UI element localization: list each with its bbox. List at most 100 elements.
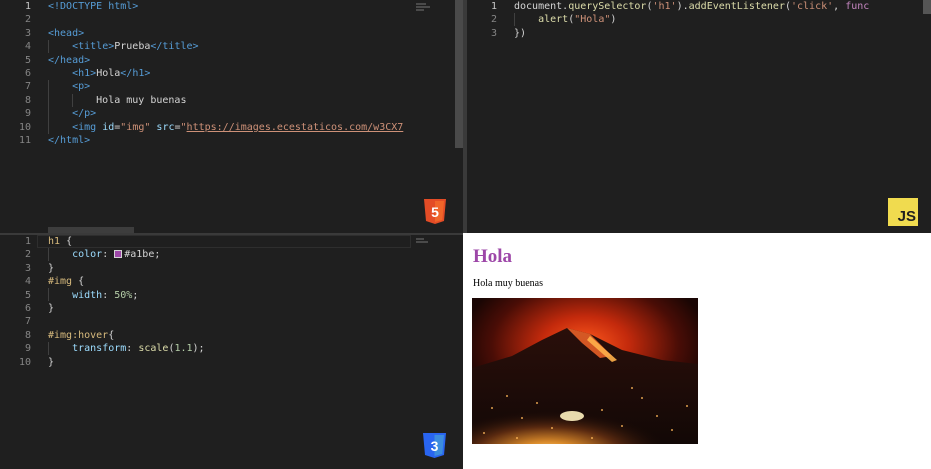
line-number: 8 [24,329,31,341]
code-line[interactable]: 7 <p> [0,80,463,93]
code-line[interactable]: 6 <h1>Hola</h1> [0,67,463,80]
code-line[interactable]: 3}) [467,27,931,40]
code-line[interactable]: 9 transform: scale(1.1); [0,342,463,355]
code-token: "img" [120,121,151,133]
code-line[interactable]: 1 <!DOCTYPE html> [0,0,463,13]
code-text[interactable]: document.querySelector('h1').addEventLis… [514,0,869,13]
code-line[interactable]: 1 document.querySelector('h1').addEventLi… [467,0,931,13]
css-editor-pane[interactable]: 1 h1 {2 color: #a1be; 3} 4 #img {5 width: 50… [0,235,463,469]
code-line[interactable]: 2 [0,13,463,26]
code-text[interactable]: alert("Hola") [514,13,616,26]
code-text[interactable]: </head> [48,54,90,67]
line-number: 3 [24,262,31,274]
code-token: 'click' [791,1,834,12]
code-token: <p> [72,81,91,93]
code-token: querySelector [568,1,647,12]
code-token: <img [72,121,103,133]
css-code[interactable]: 1 h1 {2 color: #a1be; 3} 4 #img {5 width: 50… [0,235,463,369]
html-scrollbar-horizontal[interactable] [48,227,134,233]
code-text[interactable]: <p> [48,80,90,93]
code-text[interactable]: <!DOCTYPE html> [48,0,138,13]
js-editor-pane[interactable]: 1 document.querySelector('h1').addEventLi… [467,0,931,233]
line-number: 5 [24,289,31,301]
line-number: 3 [490,27,497,39]
code-line[interactable]: 1 h1 { [0,235,463,248]
code-token: <h1> [72,67,97,79]
code-line[interactable]: 6} [0,302,463,315]
code-line[interactable]: 7 [0,315,463,328]
code-token: id [102,121,115,133]
code-token: #a1be [124,249,155,261]
code-token: , [833,1,846,12]
code-token: h1 [48,236,61,247]
js-scrollbar-vertical[interactable] [923,0,931,14]
code-line[interactable]: 4 #img { [0,275,463,288]
code-token: color [72,249,103,261]
code-token: : [102,289,115,301]
code-line[interactable]: 3 <head> [0,27,463,40]
code-text[interactable]: } [48,302,54,315]
code-token: scale [138,343,169,355]
svg-text:5: 5 [431,204,439,220]
code-token: </p> [72,108,97,120]
code-line[interactable]: 5 width: 50%; [0,289,463,302]
code-line[interactable]: 5 </head> [0,54,463,67]
code-text[interactable]: <title>Prueba</title> [48,40,198,53]
code-text[interactable]: #img { [48,275,84,288]
code-token: } [48,356,55,368]
svg-text:3: 3 [431,438,439,454]
code-text[interactable]: } [48,356,54,369]
line-number: 10 [18,121,31,133]
code-line[interactable]: 9 </p> [0,107,463,120]
code-text[interactable]: color: #a1be; [48,248,160,261]
html-code[interactable]: 1 <!DOCTYPE html> 2 3 <head> 4 <title>Prueba<… [0,0,463,147]
line-number: 2 [24,249,31,261]
code-line[interactable]: 4 <title>Prueba</title> [0,40,463,53]
code-token: <head> [48,27,85,39]
html-scrollbar-vertical[interactable] [455,0,463,148]
code-token: Hola muy buenas [48,94,187,106]
code-token: "Hola" [574,14,611,26]
code-token: </head> [48,54,91,66]
code-token: { [60,236,73,247]
volcano-image[interactable] [463,298,698,465]
css3-icon: 3 [422,433,447,458]
code-text[interactable]: Hola muy buenas [48,94,186,107]
output-heading[interactable]: Hola [473,246,512,268]
line-number: 1 [24,236,31,247]
code-text[interactable]: <h1>Hola</h1> [48,67,150,80]
code-token: transform [72,343,127,355]
code-text[interactable]: width: 50%; [48,289,138,302]
code-token: <!DOCTYPE html> [48,1,139,12]
code-line[interactable]: 2 color: #a1be; [0,248,463,261]
line-number: 7 [24,316,31,328]
code-text[interactable]: } [48,262,54,275]
code-text[interactable]: </p> [48,107,96,120]
line-number: 6 [24,67,31,79]
code-line[interactable]: 11 </html> [0,134,463,147]
code-line[interactable]: 10 <img id="img" src="https://images.ece… [0,121,463,134]
code-text[interactable]: h1 { [48,235,72,248]
code-token: https://images.ecestaticos.com/w3CX7 [186,121,404,133]
code-line[interactable]: 8 Hola muy buenas [0,94,463,107]
code-line[interactable]: 10} [0,356,463,369]
js-icon: JS [888,198,918,226]
code-text[interactable]: </html> [48,134,90,147]
code-text[interactable]: transform: scale(1.1); [48,342,204,355]
code-line[interactable]: 2 alert("Hola") [467,13,931,26]
line-number: 1 [24,1,31,12]
code-text[interactable]: <img id="img" src="https://images.ecesta… [48,121,403,134]
js-code[interactable]: 1 document.querySelector('h1').addEventLi… [467,0,931,40]
code-token: : [102,249,115,261]
color-swatch-icon[interactable] [114,250,123,259]
code-text[interactable]: #img:hover{ [48,329,114,342]
code-line[interactable]: 3} [0,262,463,275]
code-text[interactable]: <head> [48,27,84,40]
code-text[interactable]: }) [514,27,526,40]
line-number: 7 [24,81,31,93]
code-line[interactable]: 8 #img:hover{ [0,329,463,342]
html-editor-pane[interactable]: 1 <!DOCTYPE html> 2 3 <head> 4 <title>Prueba<… [0,0,463,233]
